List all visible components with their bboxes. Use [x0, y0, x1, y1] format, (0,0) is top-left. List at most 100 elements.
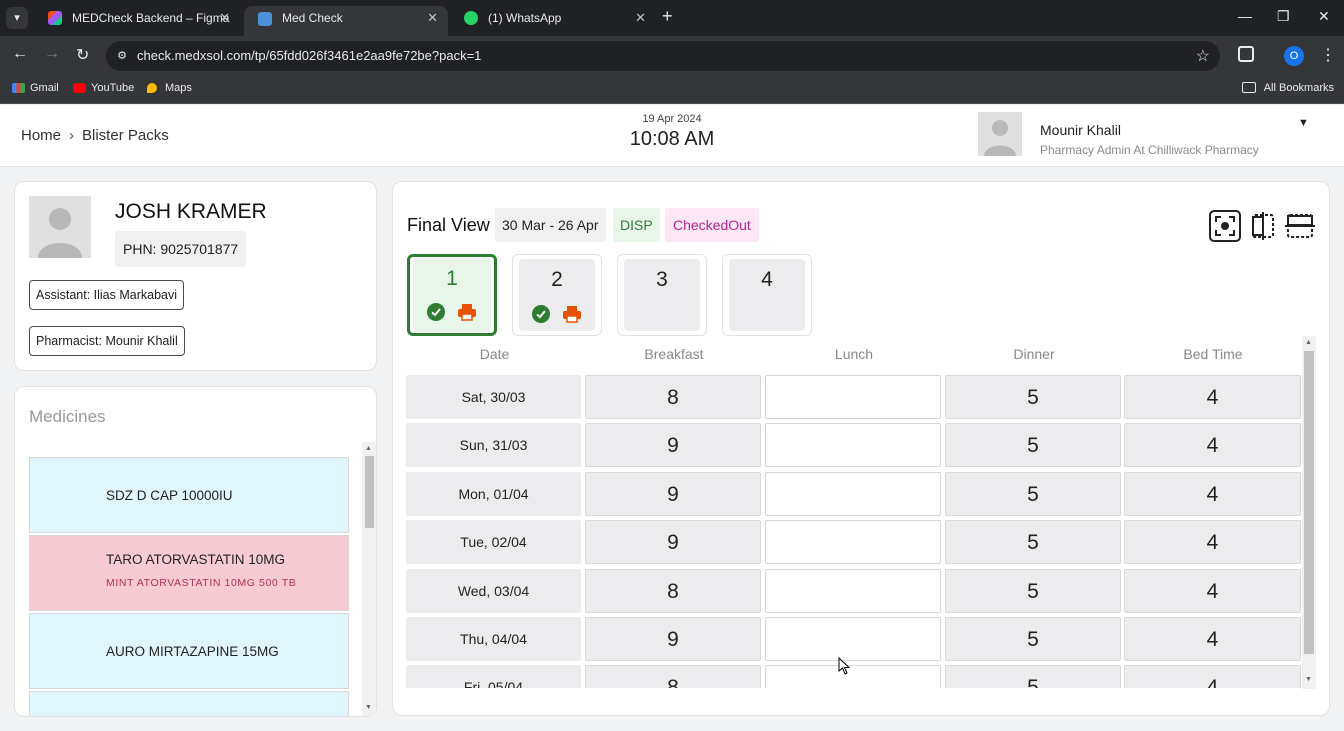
bedtime-cell[interactable]: 4	[1124, 423, 1301, 468]
schedule-grid: Sat, 30/03 8 5 4 Sun, 31/03 9 5 4 Mon, 01/04 9 5 4 T…	[406, 375, 1304, 688]
tab-whatsapp[interactable]: (1) WhatsApp ✕	[450, 0, 656, 36]
dinner-cell[interactable]: 5	[945, 520, 1121, 565]
reload-icon[interactable]: ↻	[76, 45, 89, 65]
person-icon	[984, 120, 1016, 156]
pharmacist-chip: Pharmacist: Mounir Khalil	[29, 326, 185, 356]
breadcrumb-current[interactable]: Blister Packs	[82, 127, 169, 144]
pack-number: 4	[761, 268, 773, 291]
lunch-cell[interactable]	[765, 375, 941, 419]
breakfast-cell[interactable]: 8	[585, 375, 761, 419]
pack-tab-1[interactable]: 1	[407, 254, 497, 336]
row-view-icon[interactable]	[1284, 210, 1316, 242]
split-view-icon[interactable]	[1247, 210, 1279, 242]
bedtime-cell[interactable]: 4	[1124, 617, 1301, 661]
medicine-item[interactable]: SDZ D CAP 10000IU	[29, 457, 349, 533]
close-tab-icon[interactable]: ✕	[427, 6, 438, 30]
column-header-breakfast: Breakfast	[644, 346, 704, 362]
print-icon	[458, 304, 477, 321]
profile-avatar[interactable]: O	[1284, 46, 1304, 66]
bedtime-cell[interactable]: 4	[1124, 375, 1301, 419]
bookmark-youtube[interactable]: YouTube	[71, 76, 134, 100]
dinner-cell[interactable]: 5	[945, 568, 1121, 613]
lunch-cell[interactable]	[765, 568, 941, 613]
close-tab-icon[interactable]: ✕	[635, 0, 646, 36]
column-header-bed-time: Bed Time	[1183, 346, 1243, 362]
breakfast-cell[interactable]: 8	[585, 665, 761, 688]
site-info-icon[interactable]: ⚙	[114, 48, 130, 64]
user-menu-caret-icon[interactable]: ▼	[1298, 117, 1309, 129]
medicine-item[interactable]: TARO ATORVASTATIN 10MG MINT ATORVASTATIN…	[29, 535, 349, 611]
pack-tab-2[interactable]: 2	[512, 254, 602, 336]
patient-phn: PHN: 9025701877	[115, 231, 247, 267]
scroll-down-icon[interactable]: ▼	[365, 704, 372, 711]
app-header: Home › Blister Packs 19 Apr 2024 10:08 AM …	[0, 105, 1344, 167]
focus-view-icon[interactable]	[1209, 210, 1241, 242]
tab-title: (1) WhatsApp	[488, 11, 562, 25]
maps-icon	[147, 83, 157, 93]
minimize-icon[interactable]: —	[1238, 8, 1252, 24]
breakfast-cell[interactable]: 8	[585, 568, 761, 613]
dinner-cell[interactable]: 5	[945, 471, 1121, 516]
bookmark-label: YouTube	[91, 82, 135, 94]
bookmark-maps[interactable]: Maps	[145, 76, 192, 100]
bedtime-cell[interactable]: 4	[1124, 568, 1301, 613]
restore-icon[interactable]: ❐	[1277, 8, 1290, 25]
mouse-cursor-icon	[838, 657, 851, 675]
dinner-cell[interactable]: 5	[945, 375, 1121, 419]
medicines-title: Medicines	[29, 407, 106, 426]
scrollbar-thumb[interactable]	[365, 456, 374, 528]
medicines-scrollbar[interactable]: ▲ ▼	[362, 442, 376, 716]
user-avatar[interactable]	[978, 112, 1022, 156]
bookmark-gmail[interactable]: Gmail	[10, 76, 59, 100]
whatsapp-icon	[464, 11, 478, 25]
breadcrumb-home[interactable]: Home	[21, 127, 61, 144]
dinner-cell[interactable]: 5	[945, 423, 1121, 468]
breakfast-cell[interactable]: 9	[585, 520, 761, 565]
medicine-name: TARO ATORVASTATIN 10MG	[106, 552, 286, 567]
breakfast-cell[interactable]: 9	[585, 423, 761, 468]
url-text: check.medxsol.com/tp/65fdd026f3461e2aa9f…	[137, 48, 482, 63]
lunch-cell[interactable]	[765, 665, 941, 688]
folder-icon	[1241, 82, 1256, 93]
back-icon[interactable]: ←	[12, 45, 28, 63]
scroll-up-icon[interactable]: ▲	[365, 445, 372, 452]
pack-tab-3[interactable]: 3	[617, 254, 707, 336]
bookmark-label: Gmail	[30, 82, 59, 94]
assistant-chip: Assistant: Ilias Markabavi	[29, 280, 185, 310]
bedtime-cell[interactable]: 4	[1124, 471, 1301, 516]
extensions-icon[interactable]	[1238, 46, 1254, 62]
lunch-cell[interactable]	[765, 617, 941, 661]
medicine-item[interactable]	[29, 691, 349, 716]
address-bar[interactable]: ⚙ check.medxsol.com/tp/65fdd026f3461e2aa…	[106, 41, 1220, 71]
new-tab-icon[interactable]: +	[662, 6, 673, 27]
all-bookmarks-button[interactable]: All Bookmarks	[1241, 76, 1334, 100]
forward-icon[interactable]: →	[44, 45, 60, 63]
browser-menu-icon[interactable]: ⋮	[1320, 45, 1336, 65]
scrollbar-thumb[interactable]	[1304, 351, 1314, 654]
lunch-cell[interactable]	[765, 423, 941, 468]
scroll-down-icon[interactable]: ▼	[1305, 676, 1312, 683]
lunch-cell[interactable]	[765, 520, 941, 565]
dinner-cell[interactable]: 5	[945, 665, 1121, 688]
lunch-cell[interactable]	[765, 471, 941, 516]
tab-search-chevron-icon[interactable]: ▾	[6, 7, 28, 29]
breakfast-cell[interactable]: 9	[585, 471, 761, 516]
close-window-icon[interactable]: ✕	[1318, 8, 1330, 25]
schedule-scrollbar[interactable]: ▲ ▼	[1302, 336, 1316, 689]
close-tab-icon[interactable]: ✕	[219, 0, 230, 36]
medicine-list: SDZ D CAP 10000IU TARO ATORVASTATIN 10MG…	[29, 457, 349, 716]
pack-tab-4[interactable]: 4	[722, 254, 812, 336]
medicines-card: Medicines SDZ D CAP 10000IU TARO ATORVAS…	[14, 386, 377, 717]
bookmark-star-icon[interactable]: ☆	[1196, 46, 1210, 66]
breakfast-cell[interactable]: 9	[585, 617, 761, 661]
tab-title: Med Check	[282, 11, 343, 25]
medicine-item[interactable]: AURO MIRTAZAPINE 15MG	[29, 613, 349, 689]
dinner-cell[interactable]: 5	[945, 617, 1121, 661]
tab-med-check[interactable]: Med Check ✕	[244, 6, 448, 36]
bedtime-cell[interactable]: 4	[1124, 665, 1301, 688]
tab-figma[interactable]: MEDCheck Backend – Figma ✕	[34, 0, 240, 36]
scroll-up-icon[interactable]: ▲	[1305, 339, 1312, 346]
youtube-icon	[73, 83, 86, 93]
date-cell: Thu, 04/04	[406, 617, 581, 661]
bedtime-cell[interactable]: 4	[1124, 520, 1301, 565]
